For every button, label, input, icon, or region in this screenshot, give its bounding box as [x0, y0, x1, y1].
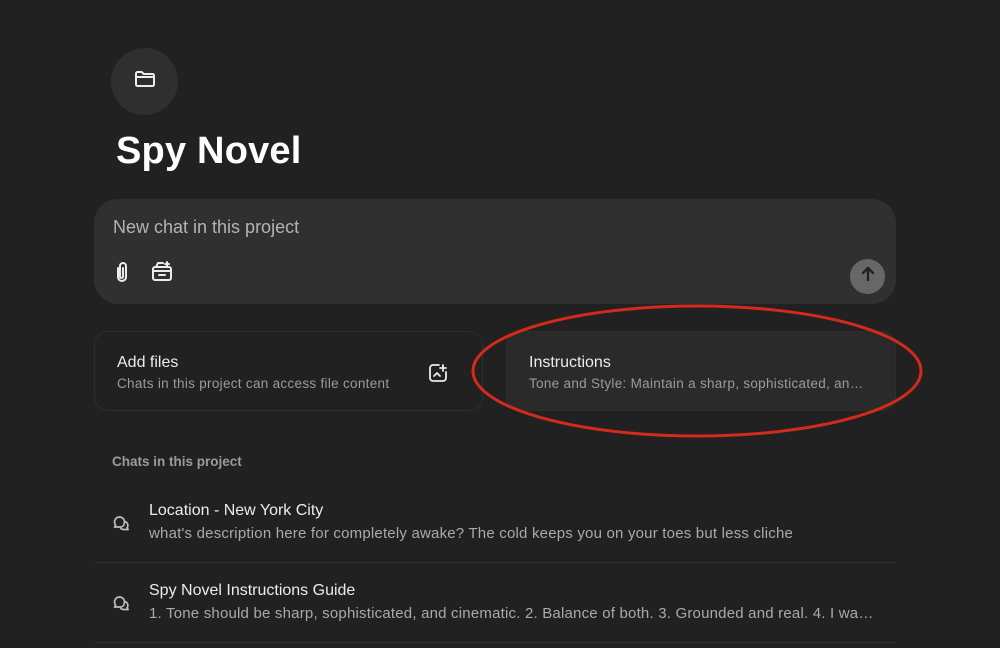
add-files-subtitle: Chats in this project can access file co…	[117, 376, 390, 391]
box-plus-icon	[150, 260, 174, 289]
page-title: Spy Novel	[116, 130, 302, 172]
chat-title: Spy Novel Instructions Guide	[149, 582, 356, 599]
chat-bubbles-icon	[111, 593, 131, 613]
chats-section-label: Chats in this project	[112, 454, 242, 469]
new-chat-input[interactable]	[113, 215, 833, 239]
add-file-icon	[428, 363, 448, 383]
tools-button[interactable]	[149, 260, 175, 289]
chat-title: Location - New York City	[149, 502, 324, 519]
paperclip-icon	[111, 260, 133, 289]
send-button[interactable]	[850, 259, 885, 294]
chat-bubbles-icon	[111, 513, 131, 533]
folder-icon	[133, 67, 157, 96]
chat-list-item[interactable]: Location - New York City what's descript…	[94, 483, 896, 563]
add-files-title: Add files	[117, 354, 179, 371]
chat-list-item[interactable]: Spy Novel Instructions Guide 1. Tone sho…	[94, 563, 896, 643]
project-page: Spy Novel New chat in this project Add f…	[0, 0, 1000, 648]
attach-button[interactable]	[109, 261, 135, 287]
arrow-up-icon	[859, 265, 877, 288]
add-files-card[interactable]: Add files Chats in this project can acce…	[94, 331, 483, 411]
instructions-preview: Tone and Style: Maintain a sharp, sophis…	[529, 376, 871, 391]
project-icon-badge	[111, 48, 178, 115]
new-chat-composer	[94, 199, 896, 304]
chat-snippet: 1. Tone should be sharp, sophisticated, …	[149, 605, 879, 622]
instructions-card[interactable]: Instructions Tone and Style: Maintain a …	[506, 331, 896, 411]
instructions-title: Instructions	[529, 354, 611, 371]
chat-snippet: what's description here for completely a…	[149, 525, 794, 542]
